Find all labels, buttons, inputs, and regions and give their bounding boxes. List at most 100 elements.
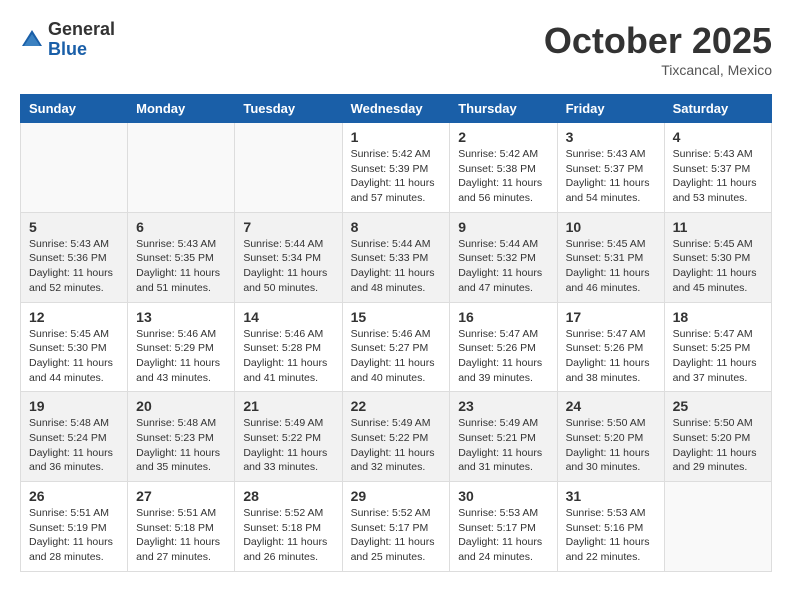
day-number: 1 xyxy=(351,129,442,145)
day-info: Sunrise: 5:50 AM Sunset: 5:20 PM Dayligh… xyxy=(566,416,656,475)
title-block: October 2025 Tixcancal, Mexico xyxy=(544,20,772,78)
day-number: 21 xyxy=(243,398,333,414)
calendar-day-cell: 10Sunrise: 5:45 AM Sunset: 5:31 PM Dayli… xyxy=(557,212,664,302)
day-number: 8 xyxy=(351,219,442,235)
logo-icon xyxy=(20,28,44,52)
day-number: 11 xyxy=(673,219,763,235)
calendar-day-cell: 4Sunrise: 5:43 AM Sunset: 5:37 PM Daylig… xyxy=(664,123,771,213)
day-info: Sunrise: 5:42 AM Sunset: 5:39 PM Dayligh… xyxy=(351,147,442,206)
day-info: Sunrise: 5:46 AM Sunset: 5:27 PM Dayligh… xyxy=(351,327,442,386)
calendar-day-cell: 16 Sunrise: 5:47 AM Sunset: 5:26 PM Dayli… xyxy=(450,302,557,392)
calendar-day-cell: 6 Sunrise: 5:43 AM Sunset: 5:35 PM Daylig… xyxy=(128,212,235,302)
calendar-day-cell: 24Sunrise: 5:50 AM Sunset: 5:20 PM Dayli… xyxy=(557,392,664,482)
day-info: Sunrise: 5:47 AM Sunset: 5:26 PM Dayligh… xyxy=(566,327,656,386)
day-info: Sunrise: 5:47 AM Sunset: 5:26 PM Dayligh… xyxy=(458,327,548,386)
calendar-day-cell xyxy=(128,123,235,213)
calendar-day-cell xyxy=(235,123,342,213)
day-info: Sunrise: 5:45 AM Sunset: 5:30 PM Dayligh… xyxy=(29,327,119,386)
calendar-day-cell: 23Sunrise: 5:49 AM Sunset: 5:21 PM Dayli… xyxy=(450,392,557,482)
day-info: Sunrise: 5:44 AM Sunset: 5:33 PM Dayligh… xyxy=(351,237,442,296)
calendar-day-cell: 25Sunrise: 5:50 AM Sunset: 5:20 PM Dayli… xyxy=(664,392,771,482)
logo: General Blue xyxy=(20,20,115,60)
calendar-day-cell: 28 Sunrise: 5:52 AM Sunset: 5:18 PM Dayli… xyxy=(235,482,342,572)
weekday-header-tuesday: Tuesday xyxy=(235,95,342,123)
calendar-day-cell: 7 Sunrise: 5:44 AM Sunset: 5:34 PM Daylig… xyxy=(235,212,342,302)
calendar-day-cell: 1 Sunrise: 5:42 AM Sunset: 5:39 PM Daylig… xyxy=(342,123,450,213)
calendar-week-row: 1 Sunrise: 5:42 AM Sunset: 5:39 PM Daylig… xyxy=(21,123,772,213)
calendar-day-cell: 15Sunrise: 5:46 AM Sunset: 5:27 PM Dayli… xyxy=(342,302,450,392)
calendar-table: SundayMondayTuesdayWednesdayThursdayFrid… xyxy=(20,94,772,572)
calendar-day-cell: 3 Sunrise: 5:43 AM Sunset: 5:37 PM Daylig… xyxy=(557,123,664,213)
calendar-day-cell: 5 Sunrise: 5:43 AM Sunset: 5:36 PM Daylig… xyxy=(21,212,128,302)
calendar-day-cell: 30 Sunrise: 5:53 AM Sunset: 5:17 PM Dayli… xyxy=(450,482,557,572)
calendar-day-cell: 20 Sunrise: 5:48 AM Sunset: 5:23 PM Dayli… xyxy=(128,392,235,482)
day-number: 28 xyxy=(243,488,333,504)
day-number: 3 xyxy=(566,129,656,145)
day-info: Sunrise: 5:43 AM Sunset: 5:36 PM Dayligh… xyxy=(29,237,119,296)
calendar-day-cell: 17Sunrise: 5:47 AM Sunset: 5:26 PM Dayli… xyxy=(557,302,664,392)
day-info: Sunrise: 5:46 AM Sunset: 5:29 PM Dayligh… xyxy=(136,327,226,386)
day-number: 20 xyxy=(136,398,226,414)
day-number: 31 xyxy=(566,488,656,504)
day-number: 30 xyxy=(458,488,548,504)
day-info: Sunrise: 5:51 AM Sunset: 5:18 PM Dayligh… xyxy=(136,506,226,565)
logo-blue-text: Blue xyxy=(48,40,115,60)
calendar-day-cell: 8 Sunrise: 5:44 AM Sunset: 5:33 PM Daylig… xyxy=(342,212,450,302)
calendar-week-row: 26Sunrise: 5:51 AM Sunset: 5:19 PM Dayli… xyxy=(21,482,772,572)
weekday-header-friday: Friday xyxy=(557,95,664,123)
day-info: Sunrise: 5:44 AM Sunset: 5:32 PM Dayligh… xyxy=(458,237,548,296)
day-info: Sunrise: 5:49 AM Sunset: 5:22 PM Dayligh… xyxy=(243,416,333,475)
day-info: Sunrise: 5:52 AM Sunset: 5:18 PM Dayligh… xyxy=(243,506,333,565)
day-info: Sunrise: 5:49 AM Sunset: 5:21 PM Dayligh… xyxy=(458,416,548,475)
calendar-day-cell: 9 Sunrise: 5:44 AM Sunset: 5:32 PM Daylig… xyxy=(450,212,557,302)
calendar-day-cell: 31 Sunrise: 5:53 AM Sunset: 5:16 PM Dayli… xyxy=(557,482,664,572)
day-number: 27 xyxy=(136,488,226,504)
day-number: 6 xyxy=(136,219,226,235)
day-info: Sunrise: 5:52 AM Sunset: 5:17 PM Dayligh… xyxy=(351,506,442,565)
calendar-day-cell: 26Sunrise: 5:51 AM Sunset: 5:19 PM Dayli… xyxy=(21,482,128,572)
day-number: 25 xyxy=(673,398,763,414)
weekday-header-wednesday: Wednesday xyxy=(342,95,450,123)
calendar-day-cell: 11 Sunrise: 5:45 AM Sunset: 5:30 PM Dayli… xyxy=(664,212,771,302)
day-info: Sunrise: 5:43 AM Sunset: 5:35 PM Dayligh… xyxy=(136,237,226,296)
weekday-header-thursday: Thursday xyxy=(450,95,557,123)
calendar-day-cell: 18Sunrise: 5:47 AM Sunset: 5:25 PM Dayli… xyxy=(664,302,771,392)
weekday-header-row: SundayMondayTuesdayWednesdayThursdayFrid… xyxy=(21,95,772,123)
page-header: General Blue October 2025 Tixcancal, Mex… xyxy=(20,20,772,78)
day-number: 7 xyxy=(243,219,333,235)
calendar-day-cell: 2 Sunrise: 5:42 AM Sunset: 5:38 PM Daylig… xyxy=(450,123,557,213)
day-number: 9 xyxy=(458,219,548,235)
day-number: 12 xyxy=(29,309,119,325)
weekday-header-saturday: Saturday xyxy=(664,95,771,123)
day-info: Sunrise: 5:43 AM Sunset: 5:37 PM Dayligh… xyxy=(566,147,656,206)
day-info: Sunrise: 5:44 AM Sunset: 5:34 PM Dayligh… xyxy=(243,237,333,296)
day-info: Sunrise: 5:48 AM Sunset: 5:24 PM Dayligh… xyxy=(29,416,119,475)
weekday-header-monday: Monday xyxy=(128,95,235,123)
day-info: Sunrise: 5:42 AM Sunset: 5:38 PM Dayligh… xyxy=(458,147,548,206)
day-info: Sunrise: 5:53 AM Sunset: 5:17 PM Dayligh… xyxy=(458,506,548,565)
calendar-week-row: 12 Sunrise: 5:45 AM Sunset: 5:30 PM Dayli… xyxy=(21,302,772,392)
day-info: Sunrise: 5:53 AM Sunset: 5:16 PM Dayligh… xyxy=(566,506,656,565)
calendar-week-row: 19 Sunrise: 5:48 AM Sunset: 5:24 PM Dayli… xyxy=(21,392,772,482)
calendar-day-cell xyxy=(21,123,128,213)
day-number: 16 xyxy=(458,309,548,325)
logo-text: General Blue xyxy=(48,20,115,60)
day-info: Sunrise: 5:51 AM Sunset: 5:19 PM Dayligh… xyxy=(29,506,119,565)
logo-general-text: General xyxy=(48,20,115,40)
day-number: 22 xyxy=(351,398,442,414)
day-number: 18 xyxy=(673,309,763,325)
day-info: Sunrise: 5:48 AM Sunset: 5:23 PM Dayligh… xyxy=(136,416,226,475)
calendar-week-row: 5 Sunrise: 5:43 AM Sunset: 5:36 PM Daylig… xyxy=(21,212,772,302)
day-info: Sunrise: 5:49 AM Sunset: 5:22 PM Dayligh… xyxy=(351,416,442,475)
day-number: 2 xyxy=(458,129,548,145)
calendar-day-cell: 21 Sunrise: 5:49 AM Sunset: 5:22 PM Dayli… xyxy=(235,392,342,482)
weekday-header-sunday: Sunday xyxy=(21,95,128,123)
day-number: 19 xyxy=(29,398,119,414)
day-number: 5 xyxy=(29,219,119,235)
day-info: Sunrise: 5:45 AM Sunset: 5:30 PM Dayligh… xyxy=(673,237,763,296)
day-number: 4 xyxy=(673,129,763,145)
day-info: Sunrise: 5:45 AM Sunset: 5:31 PM Dayligh… xyxy=(566,237,656,296)
day-number: 14 xyxy=(243,309,333,325)
day-number: 29 xyxy=(351,488,442,504)
calendar-day-cell xyxy=(664,482,771,572)
